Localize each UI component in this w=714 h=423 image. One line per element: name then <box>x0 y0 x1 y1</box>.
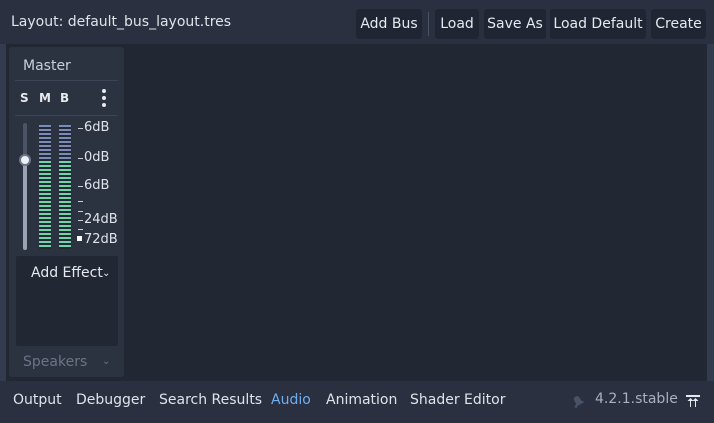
tab-animation[interactable]: Animation <box>326 392 397 408</box>
scale-label: 6dB <box>84 178 110 193</box>
pin-bottom-panel-icon[interactable] <box>684 392 702 410</box>
load-default-button[interactable]: Load Default <box>550 9 646 39</box>
create-button[interactable]: Create <box>651 9 706 39</box>
scale-label: 24dB <box>84 212 118 227</box>
scale-tick <box>78 158 83 159</box>
bus-output-select[interactable]: Speakers <box>23 354 87 370</box>
scale-label: 0dB <box>84 150 110 165</box>
tab-output[interactable]: Output <box>13 392 62 408</box>
bypass-toggle[interactable]: B <box>60 91 69 105</box>
load-button[interactable]: Load <box>435 9 479 39</box>
mute-toggle[interactable]: M <box>39 91 51 105</box>
tab-debugger[interactable]: Debugger <box>76 392 145 408</box>
scale-tick <box>78 220 83 221</box>
level-meter-right <box>59 125 71 249</box>
save-as-button[interactable]: Save As <box>484 9 546 39</box>
add-bus-button[interactable]: Add Bus <box>356 9 422 39</box>
volume-slider-fill <box>23 160 27 250</box>
add-effect-dropdown[interactable]: Add Effect <box>31 265 103 281</box>
tab-audio[interactable]: Audio <box>271 392 311 408</box>
tab-search-results[interactable]: Search Results <box>159 392 262 408</box>
divider <box>15 80 118 81</box>
chevron-down-icon: ⌄ <box>102 356 111 367</box>
scale-label: 6dB <box>84 120 110 135</box>
notification-bell-icon[interactable] <box>571 394 585 408</box>
solo-toggle[interactable]: S <box>20 91 29 105</box>
version-label: 4.2.1.stable <box>595 391 678 407</box>
scale-tick <box>78 128 83 129</box>
scale-label: 72dB <box>84 232 118 247</box>
level-meter-left <box>39 125 51 249</box>
scale-tick <box>78 201 83 202</box>
toolbar-separator <box>428 12 429 36</box>
chevron-down-icon: ⌄ <box>102 268 111 279</box>
scale-tick <box>78 186 83 187</box>
volume-slider-handle[interactable] <box>19 154 31 166</box>
tab-shader-editor[interactable]: Shader Editor <box>410 392 505 408</box>
bus-name[interactable]: Master <box>23 58 71 74</box>
peak-indicator <box>77 236 82 241</box>
scale-tick <box>78 229 83 230</box>
scale-tick <box>78 211 83 212</box>
layout-label: Layout: default_bus_layout.tres <box>11 14 232 30</box>
kebab-menu-icon[interactable] <box>101 89 107 107</box>
divider <box>15 115 118 116</box>
